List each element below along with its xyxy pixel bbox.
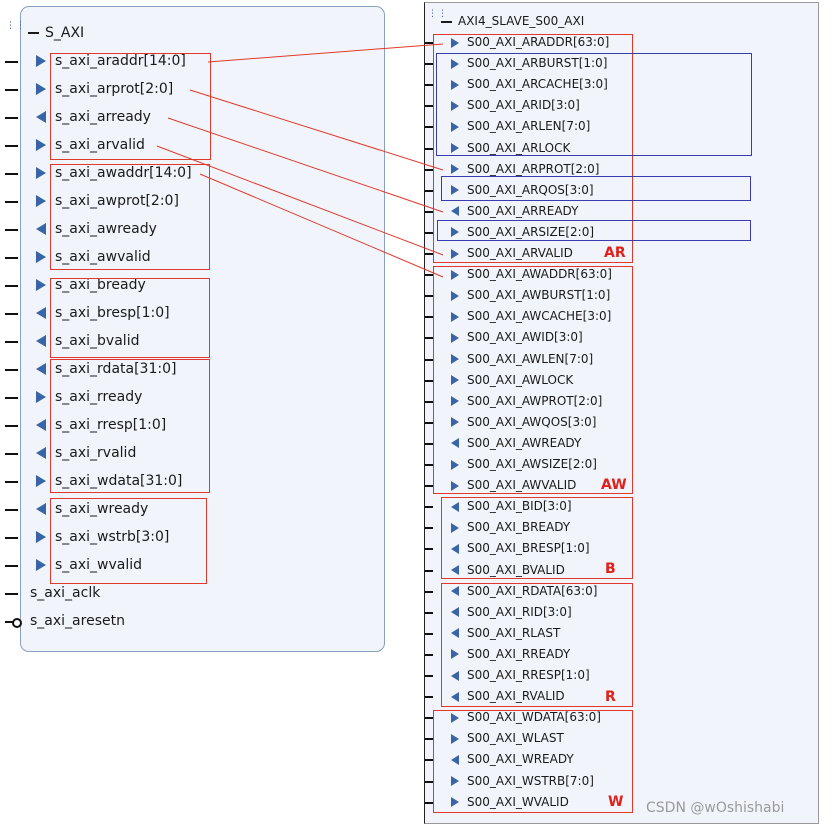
watermark: CSDN @wOshishabi	[646, 800, 785, 816]
link-arvalid	[156, 145, 444, 256]
link-araddr	[207, 43, 444, 63]
signal-mapping-lines	[156, 43, 444, 278]
link-arprot	[189, 89, 444, 171]
link-awaddr	[199, 173, 444, 278]
link-arready	[167, 117, 444, 213]
